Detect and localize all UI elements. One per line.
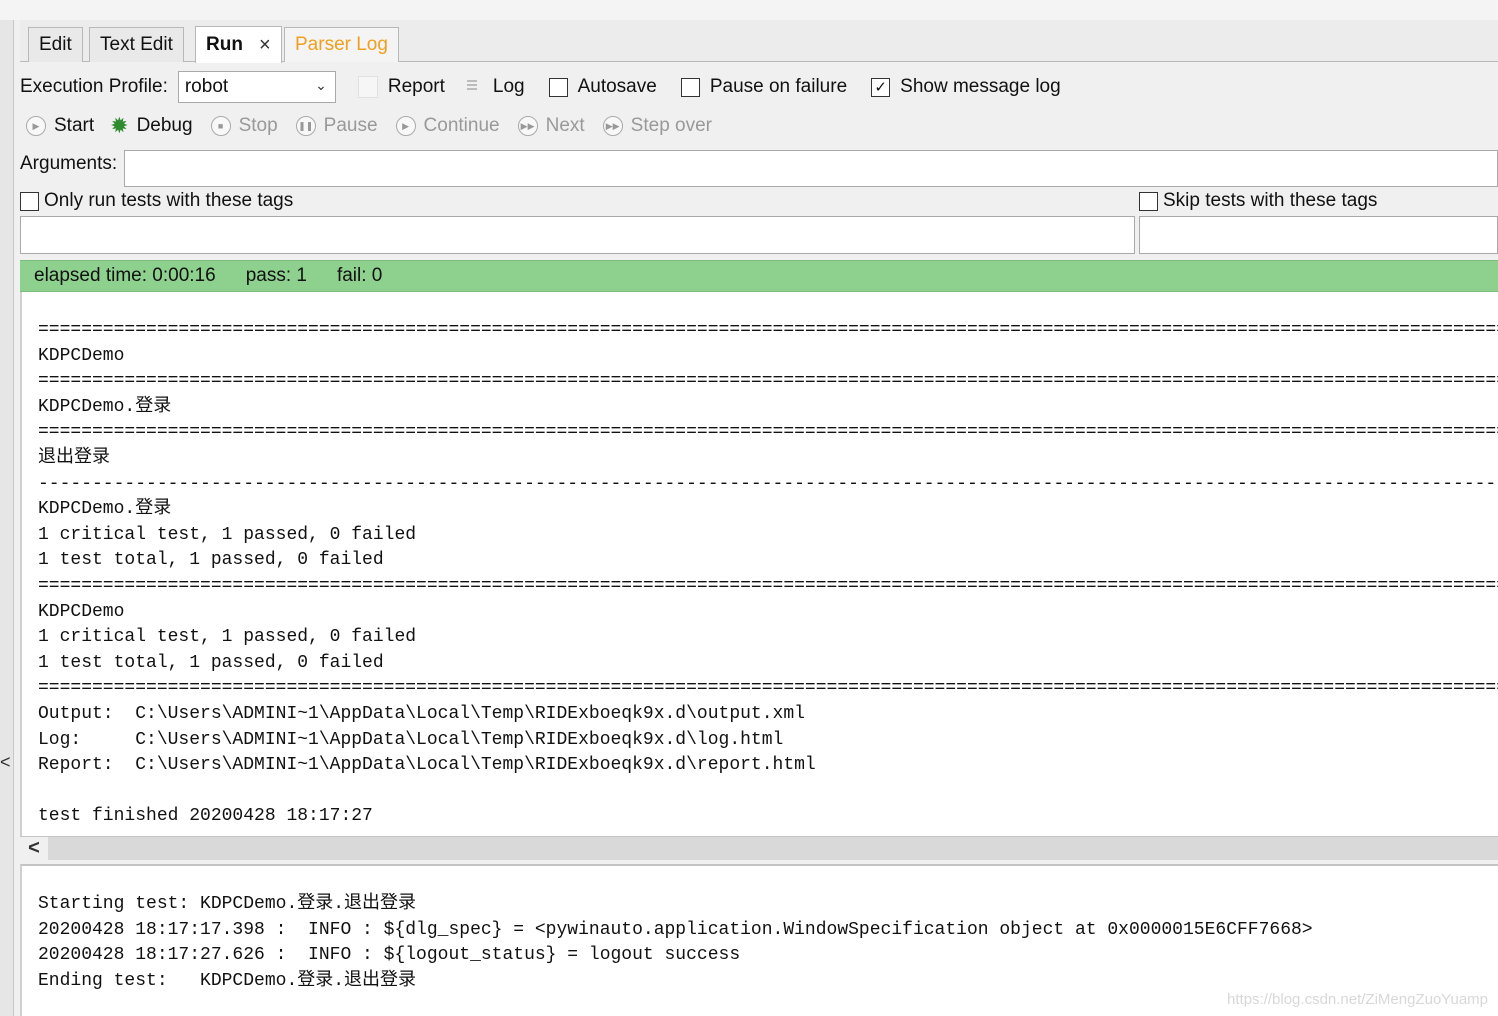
editor-tab-bar: Edit Text Edit Run × Parser Log bbox=[20, 20, 1498, 63]
output-line: 1 critical test, 1 passed, 0 failed bbox=[38, 627, 417, 648]
scroll-left-icon[interactable]: < bbox=[20, 837, 48, 860]
left-panel-edge[interactable]: < bbox=[0, 20, 14, 1016]
tab-run-label: Run bbox=[206, 34, 243, 55]
log-icon bbox=[463, 76, 481, 98]
tab-text-edit[interactable]: Text Edit bbox=[89, 27, 184, 62]
only-run-tags-row: Only run tests with these tags bbox=[20, 189, 293, 213]
message-lines: Starting test: KDPCDemo.登录.退出登录 20200428 … bbox=[38, 892, 1313, 994]
show-message-log-label: Show message log bbox=[900, 76, 1061, 97]
output-line: KDPCDemo.登录 bbox=[38, 396, 172, 417]
pause-icon: ❚❚ bbox=[295, 116, 316, 136]
skip-tags-input[interactable] bbox=[1139, 216, 1498, 254]
start-button[interactable]: ▶ Start bbox=[26, 115, 94, 137]
debug-button[interactable]: ✹ Debug bbox=[110, 113, 192, 139]
tab-parser-log-label: Parser Log bbox=[295, 34, 388, 55]
output-lines: ========================================… bbox=[38, 318, 1498, 830]
elapsed-time: elapsed time: 0:00:16 bbox=[34, 265, 216, 286]
skip-tags-row: Skip tests with these tags bbox=[1139, 189, 1377, 213]
run-status-bar: elapsed time: 0:00:16 pass: 1 fail: 0 bbox=[20, 260, 1498, 292]
output-line: KDPCDemo bbox=[38, 345, 125, 366]
only-run-tags-checkbox[interactable] bbox=[20, 191, 39, 211]
output-line: Log: C:\Users\ADMINI~1\AppData\Local\Tem… bbox=[38, 729, 784, 750]
output-line: test finished 20200428 18:17:27 bbox=[38, 806, 373, 827]
next-label: Next bbox=[545, 115, 585, 136]
message-line: 20200428 18:17:17.398 : INFO : ${dlg_spe… bbox=[38, 919, 1313, 940]
execution-profile-row: Execution Profile: robot ⌄ Report Log Au… bbox=[20, 70, 1061, 104]
only-run-tags-input[interactable] bbox=[20, 216, 1135, 254]
play-icon: ▶ bbox=[26, 116, 46, 136]
arguments-input[interactable] bbox=[124, 150, 1498, 187]
stop-label: Stop bbox=[238, 115, 278, 136]
output-line: ========================================… bbox=[38, 575, 1498, 596]
report-icon bbox=[357, 76, 378, 98]
log-button[interactable]: Log bbox=[493, 76, 525, 98]
chevron-down-icon: ⌄ bbox=[315, 77, 327, 93]
tab-edit[interactable]: Edit bbox=[28, 27, 83, 62]
output-line: ========================================… bbox=[38, 371, 1498, 392]
output-line: Report: C:\Users\ADMINI~1\AppData\Local\… bbox=[38, 755, 816, 776]
arguments-label: Arguments: bbox=[20, 153, 118, 174]
pause-on-failure-checkbox[interactable] bbox=[680, 77, 700, 97]
pass-count: pass: 1 bbox=[245, 265, 307, 286]
left-panel-collapse-icon[interactable]: < bbox=[0, 752, 11, 773]
skip-tags-checkbox[interactable] bbox=[1139, 191, 1158, 211]
report-button[interactable]: Report bbox=[388, 76, 445, 98]
stop-button[interactable]: ■ Stop bbox=[210, 115, 278, 137]
autosave-label: Autosave bbox=[577, 76, 657, 97]
output-horizontal-scrollbar[interactable]: < bbox=[20, 836, 1498, 860]
message-line: Starting test: KDPCDemo.登录.退出登录 bbox=[38, 894, 417, 914]
show-message-log-checkbox[interactable]: ✓ bbox=[871, 77, 891, 97]
pause-on-failure-label: Pause on failure bbox=[709, 76, 848, 97]
execution-profile-label: Execution Profile: bbox=[20, 76, 168, 97]
step-over-icon: ▶▶ bbox=[602, 116, 623, 136]
execution-profile-value: robot bbox=[184, 76, 229, 97]
arguments-row: Arguments: bbox=[20, 152, 117, 176]
fail-count: fail: 0 bbox=[336, 265, 383, 286]
window-top-strip bbox=[0, 0, 1498, 20]
tab-run[interactable]: Run × bbox=[195, 26, 282, 63]
next-button[interactable]: ▶▶ Next bbox=[517, 115, 585, 137]
start-label: Start bbox=[54, 115, 95, 136]
output-line: KDPCDemo.登录 bbox=[38, 499, 172, 520]
continue-button[interactable]: ▶ Continue bbox=[395, 115, 500, 137]
message-line: 20200428 18:17:27.626 : INFO : ${logout_… bbox=[38, 945, 741, 966]
step-over-button[interactable]: ▶▶ Step over bbox=[602, 115, 712, 137]
output-line: ========================================… bbox=[38, 422, 1498, 443]
output-line: KDPCDemo bbox=[38, 601, 125, 622]
run-controls-row: ▶ Start ✹ Debug ■ Stop ❚❚ Pause ▶ Contin… bbox=[26, 112, 712, 140]
continue-icon: ▶ bbox=[395, 116, 416, 136]
continue-label: Continue bbox=[423, 115, 500, 136]
message-log-console[interactable]: Starting test: KDPCDemo.登录.退出登录 20200428 … bbox=[20, 864, 1498, 1016]
debug-label: Debug bbox=[136, 115, 193, 136]
stop-icon: ■ bbox=[210, 116, 231, 136]
tab-edit-label: Edit bbox=[39, 34, 72, 55]
pause-label: Pause bbox=[323, 115, 378, 136]
output-line: ========================================… bbox=[38, 678, 1498, 699]
output-line: ----------------------------------------… bbox=[38, 473, 1498, 494]
step-over-label: Step over bbox=[630, 115, 712, 136]
watermark: https://blog.csdn.net/ZiMengZuoYuamp bbox=[1227, 991, 1488, 1008]
pause-button[interactable]: ❚❚ Pause bbox=[295, 115, 378, 137]
message-line: Ending test: KDPCDemo.登录.退出登录 bbox=[38, 970, 417, 991]
output-line: 1 test total, 1 passed, 0 failed bbox=[38, 652, 384, 673]
test-output-console[interactable]: ========================================… bbox=[20, 292, 1498, 836]
output-line: 1 test total, 1 passed, 0 failed bbox=[38, 550, 384, 571]
only-run-tags-label: Only run tests with these tags bbox=[44, 190, 294, 211]
tab-parser-log[interactable]: Parser Log bbox=[284, 27, 399, 62]
output-line: ========================================… bbox=[38, 320, 1498, 340]
autosave-checkbox[interactable] bbox=[548, 77, 568, 97]
next-icon: ▶▶ bbox=[517, 116, 538, 136]
tab-text-edit-label: Text Edit bbox=[100, 34, 173, 55]
tab-run-close-icon[interactable]: × bbox=[259, 34, 271, 57]
output-line: Output: C:\Users\ADMINI~1\AppData\Local\… bbox=[38, 703, 805, 724]
output-line: 1 critical test, 1 passed, 0 failed bbox=[38, 524, 417, 545]
output-line: 退出登录 bbox=[38, 447, 110, 468]
execution-profile-select[interactable]: robot ⌄ bbox=[177, 71, 336, 103]
skip-tags-label: Skip tests with these tags bbox=[1163, 190, 1378, 211]
bug-icon: ✹ bbox=[110, 113, 129, 138]
